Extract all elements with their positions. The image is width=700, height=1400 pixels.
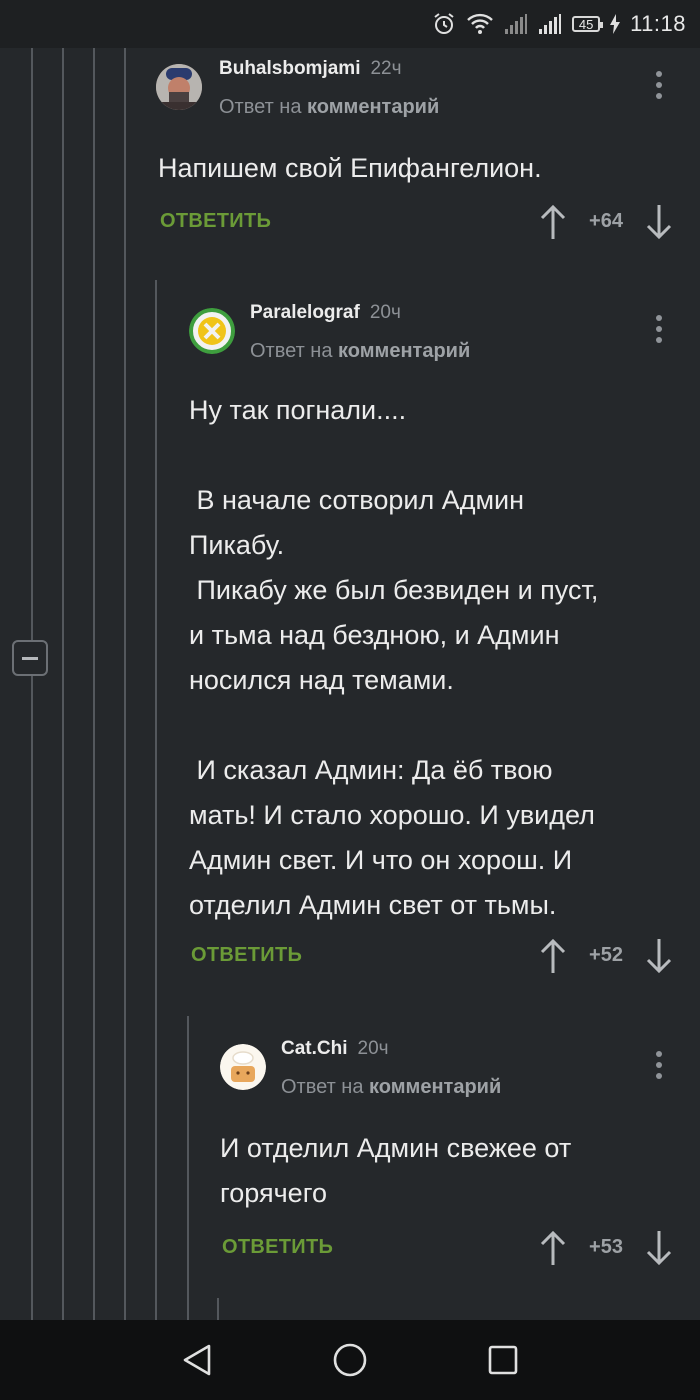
thread-line — [62, 48, 64, 1320]
reply-to: Ответ на комментарий — [250, 340, 470, 363]
avatar[interactable] — [156, 64, 202, 110]
reply-button[interactable]: ОТВЕТИТЬ — [222, 1236, 333, 1259]
reply-to-prefix: Ответ на — [281, 1076, 364, 1098]
thread-line — [187, 1016, 189, 1320]
more-options-icon[interactable] — [649, 68, 669, 102]
system-nav-bar — [0, 1320, 700, 1400]
reply-to-link[interactable]: комментарий — [369, 1076, 501, 1098]
charging-icon — [610, 14, 621, 34]
comment-time: 22ч — [370, 58, 402, 79]
reply-button[interactable]: ОТВЕТИТЬ — [191, 944, 302, 967]
reply-to: Ответ на комментарий — [219, 96, 439, 119]
signal-icon — [538, 13, 562, 35]
arrow-up-icon[interactable] — [539, 1230, 567, 1266]
arrow-down-icon[interactable] — [645, 1230, 673, 1266]
recents-icon[interactable] — [473, 1330, 533, 1390]
more-options-icon[interactable] — [649, 312, 669, 346]
thread-line — [31, 48, 33, 1320]
thread-line — [124, 48, 126, 1320]
comment-time: 20ч — [357, 1038, 389, 1059]
avatar[interactable] — [189, 308, 235, 354]
avatar[interactable] — [220, 1044, 266, 1090]
author-name[interactable]: Paralelograf — [250, 302, 360, 323]
comment-time: 20ч — [369, 302, 401, 323]
battery-level: 45 — [578, 16, 594, 32]
reply-to-link[interactable]: комментарий — [307, 96, 439, 118]
comment-text: Напишем свой Епифангелион. — [158, 153, 542, 183]
arrow-down-icon[interactable] — [645, 938, 673, 974]
comment-text: И отделил Админ свежее от горячего — [220, 1133, 572, 1208]
reply-to: Ответ на комментарий — [281, 1076, 501, 1099]
comments-thread[interactable]: Buhalsbomjami 22ч Ответ на комментарий На… — [0, 48, 700, 1320]
reply-to-link[interactable]: комментарий — [338, 340, 470, 362]
comment-actions: ОТВЕТИТЬ +53 — [218, 1226, 700, 1266]
comment-author[interactable]: Paralelograf 20ч — [250, 302, 401, 324]
alarm-icon — [432, 12, 456, 36]
author-name[interactable]: Buhalsbomjami — [219, 58, 360, 79]
thread-line — [217, 1298, 219, 1320]
arrow-up-icon[interactable] — [539, 938, 567, 974]
comment-score: +53 — [589, 1236, 623, 1258]
comment: Cat.Chi 20ч Ответ на комментарий И отдели… — [218, 1018, 700, 1298]
comment: Paralelograf 20ч Ответ на комментарий Ну … — [187, 282, 700, 1012]
comment-score: +52 — [589, 944, 623, 966]
more-options-icon[interactable] — [649, 1048, 669, 1082]
reply-to-prefix: Ответ на — [250, 340, 333, 362]
arrow-down-icon[interactable] — [645, 204, 673, 240]
arrow-up-icon[interactable] — [539, 204, 567, 240]
status-bar: 45 11:18 — [0, 0, 700, 48]
collapse-thread-button[interactable] — [12, 640, 48, 676]
reply-to-prefix: Ответ на — [219, 96, 302, 118]
clock: 11:18 — [630, 11, 686, 36]
home-icon[interactable] — [320, 1330, 380, 1390]
comment-score: +64 — [589, 210, 623, 232]
comment-text: Ну так погнали.... В начале сотворил Адм… — [189, 395, 599, 920]
comment-author[interactable]: Buhalsbomjami 22ч — [219, 58, 402, 80]
comment-author[interactable]: Cat.Chi 20ч — [281, 1038, 389, 1060]
signal-icon — [504, 13, 528, 35]
reply-button[interactable]: ОТВЕТИТЬ — [160, 210, 271, 233]
comment-actions: ОТВЕТИТЬ +64 — [156, 200, 700, 240]
comment-actions: ОТВЕТИТЬ +52 — [187, 934, 700, 974]
wifi-icon — [466, 13, 494, 35]
battery-icon: 45 — [572, 16, 604, 32]
author-name[interactable]: Cat.Chi — [281, 1038, 348, 1059]
comment: Buhalsbomjami 22ч Ответ на комментарий На… — [156, 48, 700, 278]
thread-line — [155, 280, 157, 1320]
thread-line — [93, 48, 95, 1320]
back-icon[interactable] — [167, 1330, 227, 1390]
